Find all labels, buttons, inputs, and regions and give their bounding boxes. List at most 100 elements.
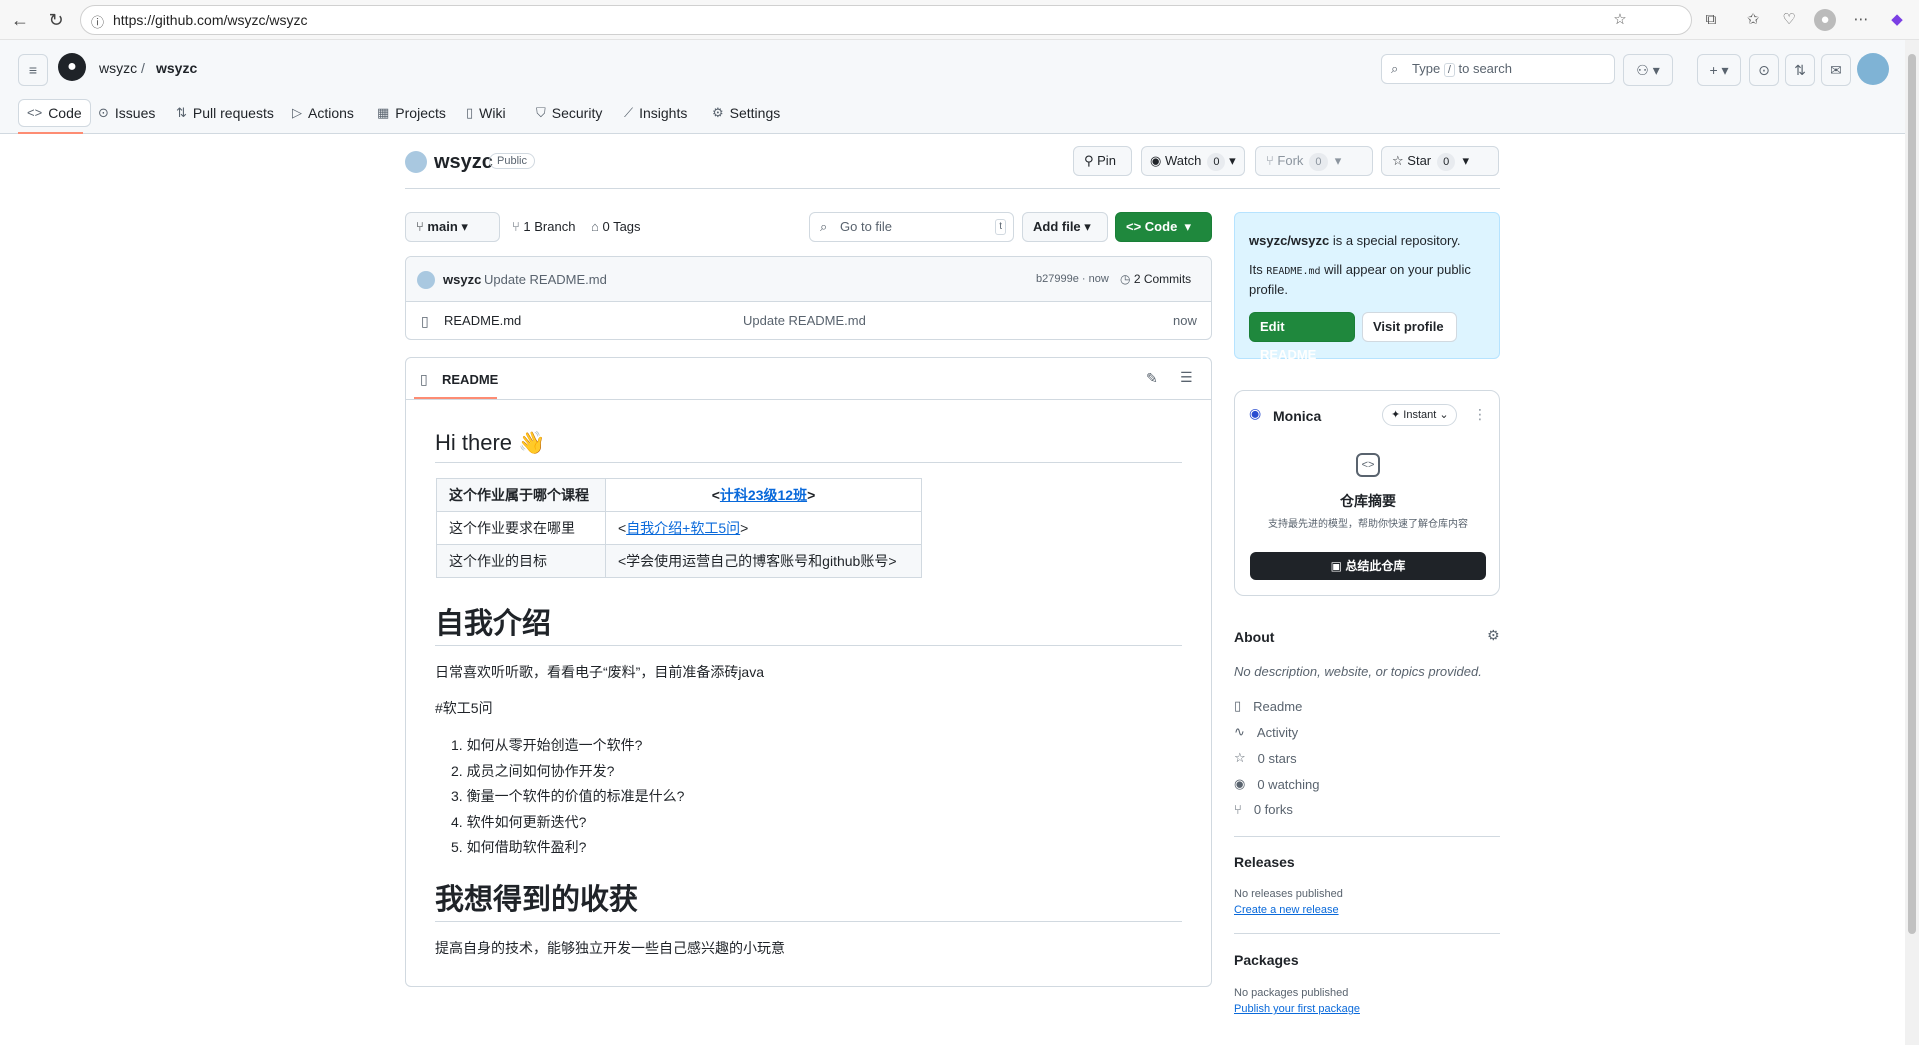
readme-tab[interactable]: README xyxy=(442,372,498,387)
add-file-button[interactable]: Add file ▾ xyxy=(1022,212,1108,242)
visit-profile-button[interactable]: Visit profile xyxy=(1362,312,1457,342)
url-text: https://github.com/wsyzc/wsyzc xyxy=(113,12,308,28)
goto-file-input[interactable]: ⌕ Go to file t xyxy=(809,212,1014,242)
search-input[interactable]: ⌕ Type / to search xyxy=(1381,54,1615,84)
requirement-link[interactable]: 自我介绍+软工5问 xyxy=(626,520,740,536)
repo-title[interactable]: wsyzc xyxy=(434,151,493,174)
special-repo-callout: wsyzc/wsyzc is a special repository. Its… xyxy=(1234,212,1500,362)
address-bar[interactable]: ⓘ https://github.com/wsyzc/wsyzc ☆ xyxy=(80,5,1692,35)
repo-link[interactable]: wsyzc xyxy=(156,60,197,76)
edit-readme-button[interactable]: Edit README xyxy=(1249,312,1355,362)
site-info-icon[interactable]: ⓘ xyxy=(91,12,104,31)
tab-code[interactable]: <> Code xyxy=(18,99,91,127)
code-button[interactable]: <> Code ▾ xyxy=(1115,212,1212,242)
tab-insights[interactable]: ⟋ Insights xyxy=(616,99,695,127)
tab-label: Actions xyxy=(308,105,354,121)
file-commit-message[interactable]: Update README.md xyxy=(743,313,866,328)
commit-hash[interactable]: b27999e · now xyxy=(1036,273,1109,285)
github-header: ≡ ● wsyzc / wsyzc ⌕ Type / to search ⚇ ▾… xyxy=(0,40,1905,134)
summarize-repo-button[interactable]: ▣ 总结此仓库 xyxy=(1250,552,1486,580)
course-link[interactable]: 计科23级12班 xyxy=(720,487,807,503)
extensions-icon[interactable]: ⧉ xyxy=(1700,9,1722,31)
scrollbar-track[interactable] xyxy=(1905,40,1919,1045)
forks-link[interactable]: ⑂ 0 forks xyxy=(1234,802,1293,817)
copilot-button[interactable]: ⚇ ▾ xyxy=(1623,54,1673,86)
no-packages-text: No packages published xyxy=(1234,987,1349,999)
activity-link[interactable]: ∿ Activity xyxy=(1234,724,1298,740)
breadcrumb-separator: / xyxy=(141,60,145,76)
watch-button[interactable]: ◉ Watch 0 ▾ xyxy=(1141,146,1245,176)
list-item: 如何从零开始创造一个软件? xyxy=(451,733,684,759)
publish-package-link[interactable]: Publish your first package xyxy=(1234,1003,1360,1015)
packages-heading[interactable]: Packages xyxy=(1234,952,1299,968)
gear-icon: ⚙ xyxy=(712,105,724,120)
branch-selector[interactable]: ⑂ main ▾ xyxy=(405,212,500,242)
create-new-button[interactable]: + ▾ xyxy=(1697,54,1741,86)
monica-mode-label: Instant xyxy=(1403,409,1437,421)
gear-icon[interactable]: ⚙ xyxy=(1487,627,1500,644)
monica-mode-selector[interactable]: ✦ Instant ⌄ xyxy=(1382,404,1457,426)
menu-icon[interactable]: ≡ xyxy=(18,54,48,86)
commit-author[interactable]: wsyzc xyxy=(443,272,481,287)
monica-more-icon[interactable]: ⋮ xyxy=(1473,406,1487,423)
favorite-star-icon[interactable]: ☆ xyxy=(1609,9,1631,31)
avatar[interactable] xyxy=(1857,53,1889,85)
branch-icon: ⑂ xyxy=(512,219,524,234)
commits-link[interactable]: ◷ 2 Commits xyxy=(1120,272,1191,286)
pull-requests-icon[interactable]: ⇅ xyxy=(1785,54,1815,86)
file-name[interactable]: README.md xyxy=(444,313,521,328)
branches-link[interactable]: ⑂ 1 Branch xyxy=(512,219,575,234)
table-icon: ▦ xyxy=(377,105,390,120)
more-icon[interactable]: ⋯ xyxy=(1850,9,1872,31)
favorites-icon[interactable]: ✩ xyxy=(1742,9,1764,31)
table-row[interactable]: ▯ README.md Update README.md now xyxy=(406,303,1211,340)
reload-icon[interactable]: ↻ xyxy=(44,8,68,32)
heart-icon[interactable]: ♡ xyxy=(1778,9,1800,31)
pin-label: Pin xyxy=(1097,153,1116,168)
bracket-open: < xyxy=(711,487,720,503)
tab-wiki[interactable]: ▯ Wiki xyxy=(458,99,514,127)
tab-issues[interactable]: ⊙ Issues xyxy=(90,99,163,127)
releases-heading[interactable]: Releases xyxy=(1234,854,1295,870)
profile-icon[interactable]: ● xyxy=(1814,9,1836,31)
tags-link[interactable]: ⌂ 0 Tags xyxy=(591,219,641,234)
browser-toolbar: ← ↻ ⓘ https://github.com/wsyzc/wsyzc ☆ ⧉… xyxy=(0,0,1919,40)
special-text: Its xyxy=(1249,262,1267,277)
inbox-icon[interactable]: ✉ xyxy=(1821,54,1851,86)
tab-projects[interactable]: ▦ Projects xyxy=(369,99,454,127)
add-file-label: Add file xyxy=(1033,219,1081,234)
table-cell: 这个作业属于哪个课程 xyxy=(436,478,606,512)
create-release-link[interactable]: Create a new release xyxy=(1234,904,1339,916)
watchers-link[interactable]: ◉ 0 watching xyxy=(1234,776,1320,792)
monica-panel: ◉ Monica ✦ Instant ⌄ ⋮ <> 仓库摘要 支持最先进的模型，… xyxy=(1234,390,1500,596)
issues-icon[interactable]: ⊙ xyxy=(1749,54,1779,86)
tab-label: Settings xyxy=(729,105,781,121)
book-icon: ▯ xyxy=(420,371,428,387)
owner-link[interactable]: wsyzc xyxy=(99,60,137,76)
tab-actions[interactable]: ▷ Actions xyxy=(284,99,362,127)
outline-icon[interactable]: ☰ xyxy=(1180,369,1193,386)
star-button[interactable]: ☆ Star 0 ▾ xyxy=(1381,146,1499,176)
tab-security[interactable]: ⛉ Security xyxy=(528,99,610,127)
tab-pull-requests[interactable]: ⇅ Pull requests xyxy=(168,99,282,127)
back-icon[interactable]: ← xyxy=(8,8,32,32)
bracket-close: > xyxy=(740,520,749,536)
fork-button[interactable]: ⑂ Fork 0 ▾ xyxy=(1255,146,1373,176)
commit-message[interactable]: Update README.md xyxy=(484,272,607,287)
branch-icon: ⑂ xyxy=(416,219,428,234)
stars-link[interactable]: ☆ 0 stars xyxy=(1234,750,1297,766)
questions-list: 如何从零开始创造一个软件? 成员之间如何协作开发? 衡量一个软件的价值的标准是什… xyxy=(451,733,685,861)
pin-button[interactable]: ⚲ Pin xyxy=(1073,146,1132,176)
repo-avatar xyxy=(405,151,427,173)
table-cell: 这个作业要求在哪里 xyxy=(436,511,606,545)
tab-settings[interactable]: ⚙ Settings xyxy=(704,99,788,127)
book-icon: ▯ xyxy=(1234,698,1242,713)
intro-paragraph: 日常喜欢听听歌，看看电子“废料”，目前准备添砖java xyxy=(435,664,765,680)
readme-link[interactable]: ▯ Readme xyxy=(1234,698,1302,714)
file-icon: ▯ xyxy=(421,313,429,329)
edit-icon[interactable]: ✎ xyxy=(1146,370,1158,387)
scrollbar-thumb[interactable] xyxy=(1908,54,1916,934)
copilot-icon[interactable]: ◆ xyxy=(1886,9,1908,31)
author-avatar xyxy=(417,271,435,289)
github-logo-icon[interactable]: ● xyxy=(58,53,86,81)
